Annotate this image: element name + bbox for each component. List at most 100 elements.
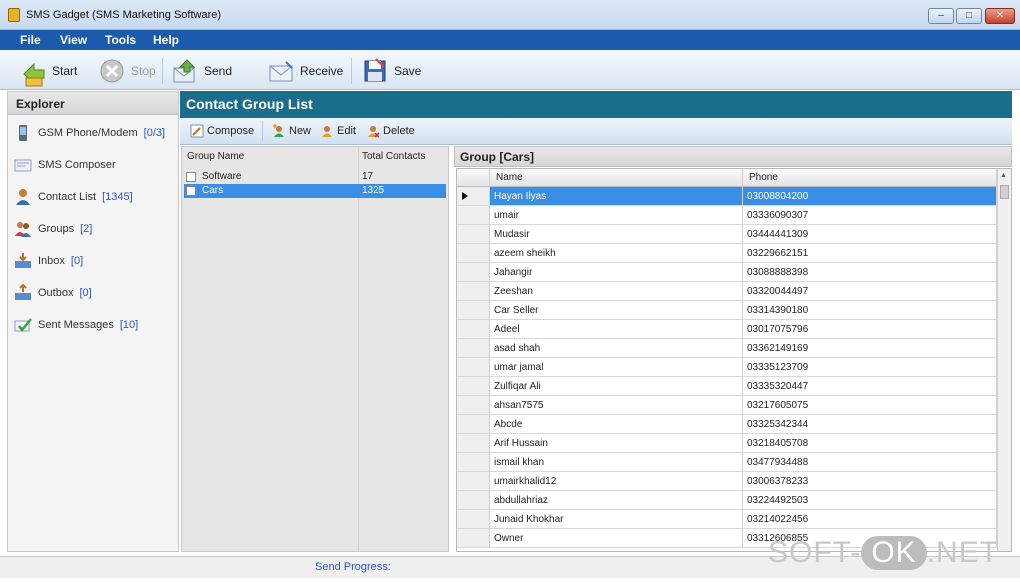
row-header[interactable]	[457, 263, 490, 282]
contact-phone-cell[interactable]: 03477934488	[743, 453, 997, 472]
table-row[interactable]: azeem sheikh 03229662151	[457, 244, 997, 263]
column-header-phone[interactable]: Phone	[743, 169, 997, 187]
row-header[interactable]	[457, 244, 490, 263]
row-header[interactable]	[457, 225, 490, 244]
edit-button[interactable]: Edit	[320, 124, 356, 138]
group-row[interactable]: Software 17	[184, 170, 446, 184]
delete-button[interactable]: Delete	[366, 124, 415, 138]
menu-tools[interactable]: Tools	[105, 33, 136, 47]
table-row[interactable]: Mudasir 03444441309	[457, 225, 997, 244]
contact-name-cell[interactable]: Owner	[490, 529, 743, 548]
row-header[interactable]	[457, 187, 490, 206]
receive-button[interactable]: Receive	[268, 57, 343, 85]
table-row[interactable]: umar jamal 03335123709	[457, 358, 997, 377]
menu-help[interactable]: Help	[153, 33, 179, 47]
maximize-button[interactable]: □	[956, 8, 982, 24]
explorer-item-gsm-phone-modem[interactable]: GSM Phone/Modem [0/3]	[14, 124, 165, 142]
column-header-group-name[interactable]: Group Name	[187, 151, 244, 162]
contact-name-cell[interactable]: Zulfiqar Ali	[490, 377, 743, 396]
contact-name-cell[interactable]: umair	[490, 206, 743, 225]
group-row[interactable]: Cars 1325	[184, 184, 446, 198]
contact-phone-cell[interactable]: 03218405708	[743, 434, 997, 453]
contact-name-cell[interactable]: Mudasir	[490, 225, 743, 244]
contact-name-cell[interactable]: ahsan7575	[490, 396, 743, 415]
table-row[interactable]: Abcde 03325342344	[457, 415, 997, 434]
contact-name-cell[interactable]: Abcde	[490, 415, 743, 434]
contact-phone-cell[interactable]: 03314390180	[743, 301, 997, 320]
column-header-total-contacts[interactable]: Total Contacts	[362, 151, 425, 162]
row-header[interactable]	[457, 529, 490, 548]
row-header[interactable]	[457, 453, 490, 472]
row-header[interactable]	[457, 377, 490, 396]
row-header[interactable]	[457, 434, 490, 453]
minimize-button[interactable]: –	[928, 8, 954, 24]
row-header[interactable]	[457, 472, 490, 491]
table-row[interactable]: abdullahriaz 03224492503	[457, 491, 997, 510]
table-row[interactable]: Zeeshan 03320044497	[457, 282, 997, 301]
contact-phone-cell[interactable]: 03325342344	[743, 415, 997, 434]
contact-phone-cell[interactable]: 03336090307	[743, 206, 997, 225]
table-row[interactable]: umairkhalid12 03006378233	[457, 472, 997, 491]
explorer-item-sent-messages[interactable]: Sent Messages [10]	[14, 316, 138, 334]
table-row[interactable]: Arif Hussain 03218405708	[457, 434, 997, 453]
table-row[interactable]: Jahangir 03088888398	[457, 263, 997, 282]
table-row[interactable]: ismail khan 03477934488	[457, 453, 997, 472]
stop-button[interactable]: Stop	[99, 57, 156, 85]
contact-name-cell[interactable]: asad shah	[490, 339, 743, 358]
contact-phone-cell[interactable]: 03008804200	[743, 187, 997, 206]
table-row[interactable]: Zulfiqar Ali 03335320447	[457, 377, 997, 396]
contact-phone-cell[interactable]: 03362149169	[743, 339, 997, 358]
contact-phone-cell[interactable]: 03214022456	[743, 510, 997, 529]
table-row[interactable]: asad shah 03362149169	[457, 339, 997, 358]
explorer-item-outbox[interactable]: Outbox [0]	[14, 283, 92, 302]
explorer-item-inbox[interactable]: Inbox [0]	[14, 252, 83, 270]
contact-phone-cell[interactable]: 03229662151	[743, 244, 997, 263]
table-row[interactable]: Hayan Ilyas 03008804200	[457, 187, 997, 206]
contact-phone-cell[interactable]: 03335123709	[743, 358, 997, 377]
contact-phone-cell[interactable]: 03088888398	[743, 263, 997, 282]
save-button[interactable]: Save	[362, 57, 421, 85]
scroll-up-icon[interactable]: ▲	[1000, 172, 1007, 179]
start-button[interactable]: Start	[20, 57, 77, 87]
group-checkbox[interactable]	[186, 172, 196, 182]
contact-phone-cell[interactable]: 03335320447	[743, 377, 997, 396]
row-header[interactable]	[457, 415, 490, 434]
row-header[interactable]	[457, 339, 490, 358]
row-header[interactable]	[457, 206, 490, 225]
explorer-item-sms-composer[interactable]: SMS Composer	[14, 156, 122, 174]
explorer-item-contact-list[interactable]: Contact List [1345]	[14, 188, 133, 206]
contact-phone-cell[interactable]: 03444441309	[743, 225, 997, 244]
menu-view[interactable]: View	[60, 33, 87, 47]
contact-name-cell[interactable]: Hayan Ilyas	[490, 187, 743, 206]
scroll-thumb[interactable]	[1000, 185, 1009, 199]
contact-phone-cell[interactable]: 03217605075	[743, 396, 997, 415]
contact-name-cell[interactable]: Zeeshan	[490, 282, 743, 301]
contact-phone-cell[interactable]: 03006378233	[743, 472, 997, 491]
contact-name-cell[interactable]: azeem sheikh	[490, 244, 743, 263]
contact-name-cell[interactable]: umar jamal	[490, 358, 743, 377]
explorer-item-groups[interactable]: Groups [2]	[14, 220, 92, 238]
table-row[interactable]: umair 03336090307	[457, 206, 997, 225]
table-row[interactable]: Car Seller 03314390180	[457, 301, 997, 320]
contact-phone-cell[interactable]: 03320044497	[743, 282, 997, 301]
send-button[interactable]: Send	[172, 57, 232, 85]
contact-phone-cell[interactable]: 03017075796	[743, 320, 997, 339]
row-header[interactable]	[457, 282, 490, 301]
contact-name-cell[interactable]: abdullahriaz	[490, 491, 743, 510]
contact-phone-cell[interactable]: 03224492503	[743, 491, 997, 510]
contact-name-cell[interactable]: Jahangir	[490, 263, 743, 282]
close-button[interactable]: ✕	[985, 8, 1015, 24]
contact-name-cell[interactable]: ismail khan	[490, 453, 743, 472]
menu-file[interactable]: File	[20, 33, 41, 47]
group-checkbox[interactable]	[186, 186, 196, 196]
table-row[interactable]: Adeel 03017075796	[457, 320, 997, 339]
contact-name-cell[interactable]: Car Seller	[490, 301, 743, 320]
vertical-scrollbar[interactable]: ▲	[997, 169, 1011, 551]
row-header[interactable]	[457, 358, 490, 377]
row-header[interactable]	[457, 320, 490, 339]
new-button[interactable]: New	[272, 124, 311, 138]
contact-name-cell[interactable]: Junaid Khokhar	[490, 510, 743, 529]
row-header[interactable]	[457, 301, 490, 320]
compose-button[interactable]: Compose	[190, 124, 254, 138]
contact-name-cell[interactable]: umairkhalid12	[490, 472, 743, 491]
